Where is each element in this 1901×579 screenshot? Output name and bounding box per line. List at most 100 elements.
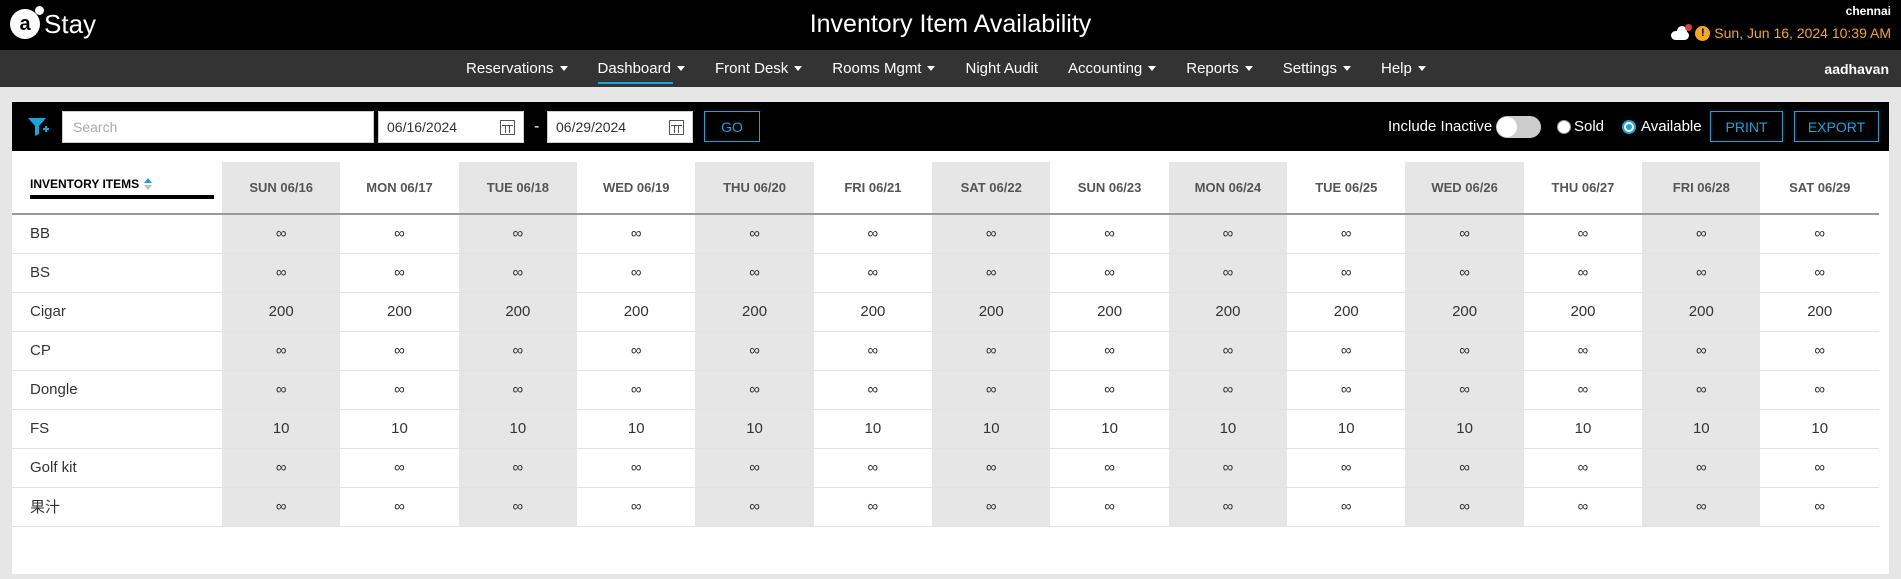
availability-cell[interactable]: ∞ <box>1287 370 1406 410</box>
nav-item-reports[interactable]: Reports <box>1186 50 1253 87</box>
availability-cell[interactable]: ∞ <box>932 253 1051 293</box>
availability-cell[interactable]: ∞ <box>577 253 696 293</box>
availability-cell[interactable]: ∞ <box>932 214 1051 254</box>
availability-cell[interactable]: 200 <box>1523 292 1643 332</box>
availability-cell[interactable]: ∞ <box>458 214 578 254</box>
user-menu[interactable]: aadhavan <box>1824 61 1889 77</box>
availability-cell[interactable]: ∞ <box>813 487 933 527</box>
availability-cell[interactable]: ∞ <box>577 448 696 488</box>
availability-cell[interactable]: ∞ <box>932 448 1051 488</box>
availability-cell[interactable]: ∞ <box>1523 448 1643 488</box>
availability-cell[interactable]: ∞ <box>813 448 933 488</box>
end-date-field[interactable]: 06/29/2024 <box>547 111 693 143</box>
availability-cell[interactable]: ∞ <box>813 370 933 410</box>
availability-cell[interactable]: ∞ <box>577 214 696 254</box>
nav-item-help[interactable]: Help <box>1381 50 1426 87</box>
availability-cell[interactable]: ∞ <box>813 331 933 371</box>
availability-cell[interactable]: ∞ <box>1523 253 1643 293</box>
availability-cell[interactable]: ∞ <box>458 370 578 410</box>
availability-cell[interactable]: 200 <box>932 292 1051 332</box>
availability-cell[interactable]: ∞ <box>1642 331 1761 371</box>
availability-cell[interactable]: ∞ <box>1760 370 1879 410</box>
search-input[interactable] <box>62 111 374 143</box>
calendar-icon[interactable] <box>669 119 684 135</box>
availability-cell[interactable]: ∞ <box>1642 253 1761 293</box>
availability-cell[interactable]: ∞ <box>695 370 814 410</box>
availability-cell[interactable]: ∞ <box>577 487 696 527</box>
availability-cell[interactable]: 10 <box>813 409 933 449</box>
filter-icon[interactable] <box>26 115 50 139</box>
availability-cell[interactable]: ∞ <box>1050 331 1169 371</box>
availability-cell[interactable]: 200 <box>1642 292 1761 332</box>
alert-icon[interactable]: ! <box>1695 25 1711 41</box>
availability-cell[interactable]: ∞ <box>932 370 1051 410</box>
availability-cell[interactable]: ∞ <box>1523 487 1643 527</box>
availability-cell[interactable]: ∞ <box>1050 253 1169 293</box>
availability-cell[interactable]: ∞ <box>1405 370 1524 410</box>
availability-cell[interactable]: ∞ <box>1168 253 1288 293</box>
availability-cell[interactable]: 10 <box>577 409 696 449</box>
availability-cell[interactable]: ∞ <box>577 331 696 371</box>
availability-cell[interactable]: ∞ <box>1523 214 1643 254</box>
availability-cell[interactable]: ∞ <box>1287 331 1406 371</box>
availability-cell[interactable]: 200 <box>813 292 933 332</box>
availability-cell[interactable]: ∞ <box>222 448 341 488</box>
sort-icon[interactable] <box>144 178 153 190</box>
availability-cell[interactable]: ∞ <box>1760 487 1879 527</box>
start-date-field[interactable]: 06/16/2024 <box>378 111 524 143</box>
availability-cell[interactable]: ∞ <box>1405 331 1524 371</box>
include-inactive-toggle[interactable] <box>1496 116 1541 138</box>
availability-cell[interactable]: ∞ <box>222 253 341 293</box>
cloud-notification-icon[interactable] <box>1669 24 1693 40</box>
availability-cell[interactable]: 200 <box>577 292 696 332</box>
availability-cell[interactable]: 10 <box>1760 409 1879 449</box>
availability-cell[interactable]: ∞ <box>340 487 459 527</box>
availability-cell[interactable]: ∞ <box>1050 370 1169 410</box>
availability-cell[interactable]: ∞ <box>340 214 459 254</box>
availability-cell[interactable]: ∞ <box>1523 331 1643 371</box>
availability-cell[interactable]: ∞ <box>695 487 814 527</box>
availability-cell[interactable]: 10 <box>1523 409 1643 449</box>
availability-cell[interactable]: ∞ <box>222 370 341 410</box>
availability-cell[interactable]: ∞ <box>222 331 341 371</box>
availability-cell[interactable]: 10 <box>932 409 1051 449</box>
availability-cell[interactable]: ∞ <box>222 214 341 254</box>
availability-cell[interactable]: 10 <box>340 409 459 449</box>
availability-cell[interactable]: 10 <box>222 409 341 449</box>
availability-cell[interactable]: 10 <box>1050 409 1169 449</box>
availability-cell[interactable]: ∞ <box>1405 214 1524 254</box>
availability-cell[interactable]: 200 <box>458 292 578 332</box>
availability-cell[interactable]: ∞ <box>695 253 814 293</box>
availability-cell[interactable]: ∞ <box>1405 487 1524 527</box>
availability-cell[interactable]: ∞ <box>1760 253 1879 293</box>
availability-cell[interactable]: ∞ <box>1405 253 1524 293</box>
availability-cell[interactable]: ∞ <box>1760 331 1879 371</box>
export-button[interactable]: EXPORT <box>1794 111 1879 142</box>
availability-cell[interactable]: ∞ <box>1050 487 1169 527</box>
availability-cell[interactable]: 200 <box>1760 292 1879 332</box>
availability-cell[interactable]: ∞ <box>1642 214 1761 254</box>
availability-cell[interactable]: ∞ <box>1642 487 1761 527</box>
print-button[interactable]: PRINT <box>1710 111 1783 142</box>
availability-cell[interactable]: ∞ <box>1287 487 1406 527</box>
availability-cell[interactable]: 10 <box>1168 409 1288 449</box>
availability-cell[interactable]: ∞ <box>340 253 459 293</box>
availability-cell[interactable]: ∞ <box>1642 448 1761 488</box>
calendar-icon[interactable] <box>500 119 515 135</box>
availability-cell[interactable]: ∞ <box>695 448 814 488</box>
nav-item-accounting[interactable]: Accounting <box>1068 50 1157 87</box>
availability-cell[interactable]: ∞ <box>340 370 459 410</box>
availability-cell[interactable]: ∞ <box>1168 331 1288 371</box>
availability-cell[interactable]: 10 <box>1405 409 1524 449</box>
availability-cell[interactable]: ∞ <box>932 331 1051 371</box>
availability-cell[interactable]: ∞ <box>1760 214 1879 254</box>
availability-cell[interactable]: ∞ <box>1287 253 1406 293</box>
availability-cell[interactable]: ∞ <box>458 487 578 527</box>
availability-cell[interactable]: ∞ <box>458 331 578 371</box>
nav-item-reservations[interactable]: Reservations <box>466 50 568 87</box>
availability-cell[interactable]: ∞ <box>932 487 1051 527</box>
available-radio[interactable] <box>1622 120 1636 134</box>
availability-cell[interactable]: ∞ <box>1050 448 1169 488</box>
availability-cell[interactable]: ∞ <box>1168 214 1288 254</box>
availability-cell[interactable]: ∞ <box>1287 214 1406 254</box>
